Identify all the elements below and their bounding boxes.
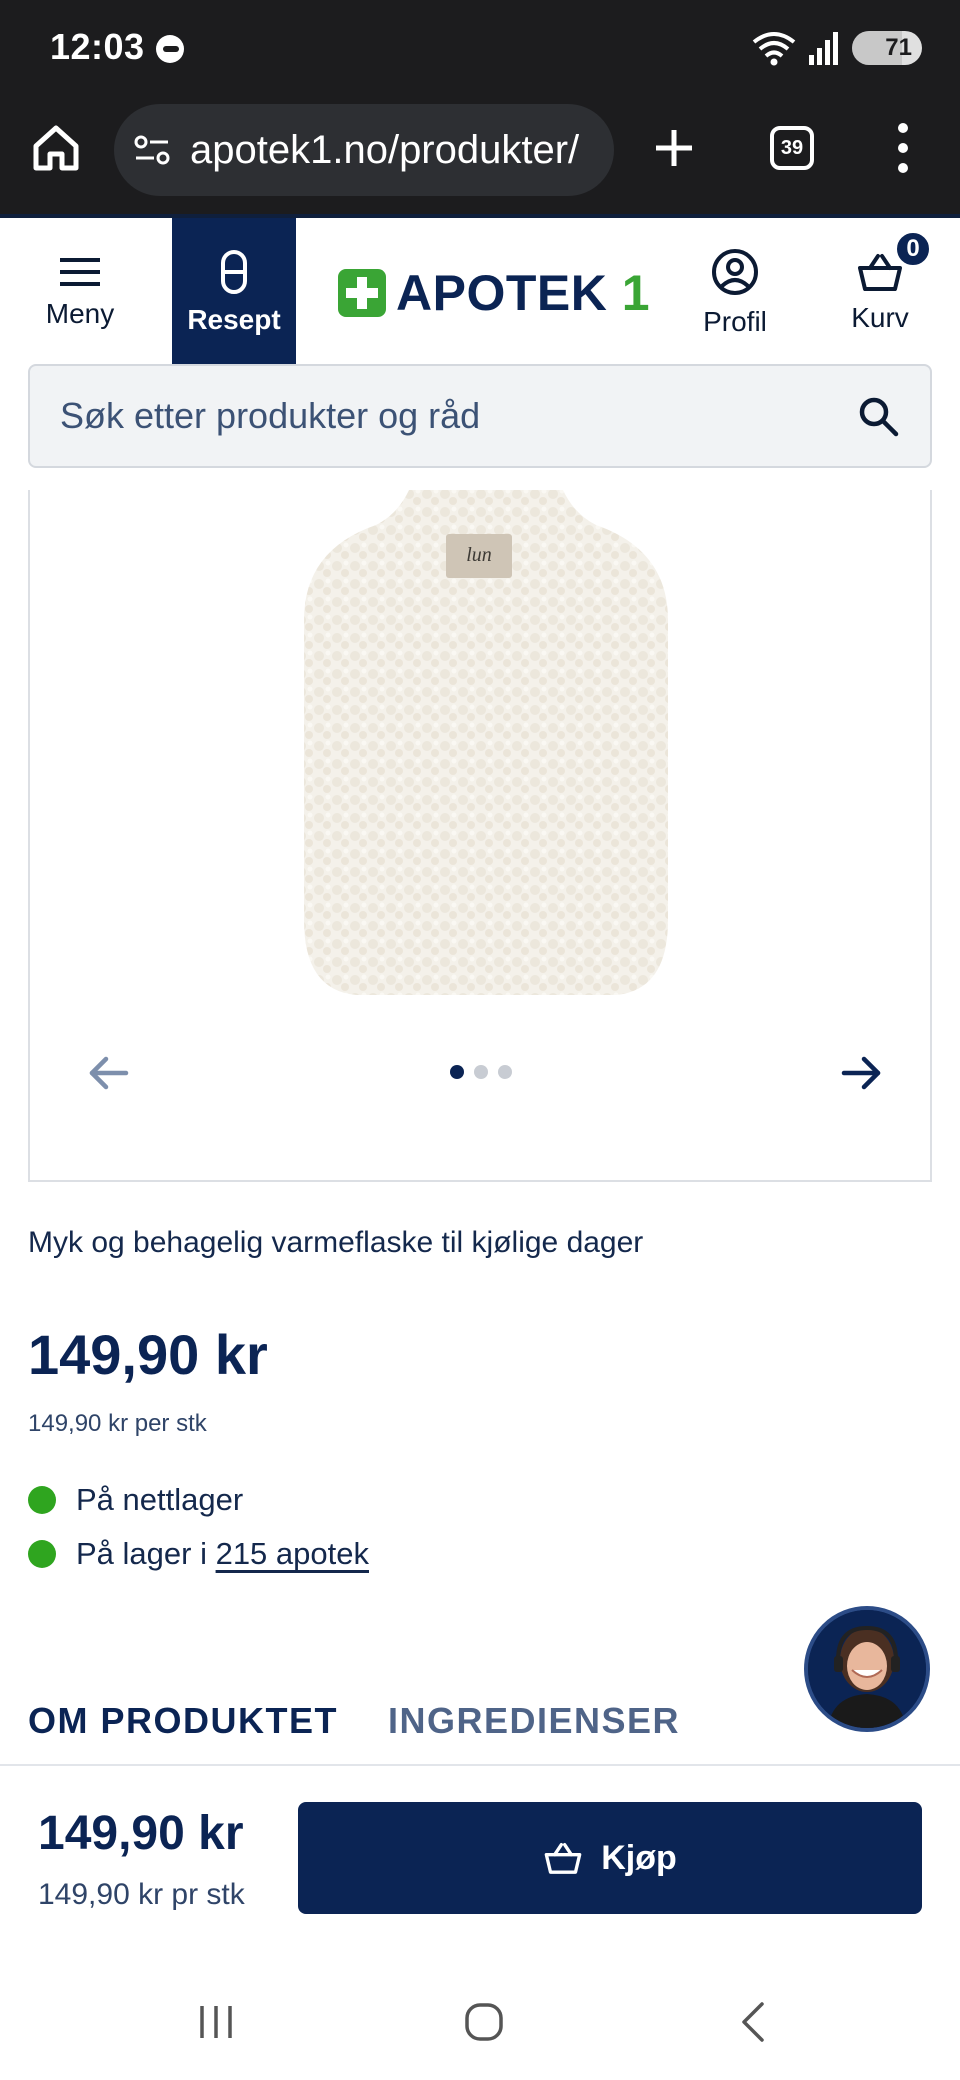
- sticky-buy-bar: 149,90 kr 149,90 kr pr stk Kjøp: [0, 1768, 960, 1938]
- basket-icon: [544, 1842, 582, 1874]
- address-bar[interactable]: apotek1.no/produkter/: [114, 104, 614, 196]
- profile-label: Profil: [703, 306, 767, 337]
- buy-bar-unit-price: 149,90 kr pr stk: [38, 1878, 245, 1911]
- site-settings-icon[interactable]: [132, 130, 172, 170]
- stock-online-label: På nettlager: [76, 1482, 244, 1517]
- tab-om-produktet[interactable]: OM PRODUKTET: [28, 1700, 338, 1742]
- gallery-dot[interactable]: [474, 1065, 488, 1079]
- chat-assistant-avatar[interactable]: [804, 1606, 930, 1732]
- cart-button[interactable]: Kurv 0: [840, 218, 932, 368]
- product-tabs: OM PRODUKTET INGREDIENSER: [0, 1700, 960, 1766]
- stock-online: På nettlager: [28, 1482, 243, 1518]
- user-icon: [712, 249, 758, 295]
- in-stock-dot-icon: [28, 1540, 56, 1568]
- pharmacy-count-link[interactable]: 215 apotek: [216, 1536, 369, 1572]
- gallery-pagination: [450, 1065, 512, 1079]
- prescription-button[interactable]: Resept: [172, 218, 296, 368]
- wifi-icon: [752, 32, 796, 66]
- system-navigation-bar: [0, 1960, 960, 2080]
- product-price: 149,90 kr: [28, 1323, 268, 1386]
- home-icon[interactable]: [30, 122, 82, 174]
- logo-cross-icon: [338, 269, 386, 317]
- search-input[interactable]: [60, 395, 856, 437]
- browser-toolbar: apotek1.no/produkter/ 39: [0, 92, 960, 214]
- do-not-disturb-icon: [156, 35, 184, 63]
- product-image[interactable]: lun: [296, 490, 676, 1000]
- menu-button[interactable]: Meny: [30, 218, 130, 368]
- battery-icon: 71: [852, 31, 922, 65]
- back-icon[interactable]: [732, 2000, 776, 2044]
- apotek1-logo[interactable]: APOTEK 1: [338, 264, 650, 322]
- brand-tag-text: lun: [466, 544, 492, 566]
- gallery-dot[interactable]: [498, 1065, 512, 1079]
- recent-apps-icon[interactable]: [194, 2000, 238, 2044]
- site-header: Meny Resept APOTEK 1 Profil Kurv 0: [0, 214, 960, 368]
- status-bar: 12:03 71: [0, 0, 960, 92]
- hamburger-icon: [60, 258, 100, 286]
- more-options-icon[interactable]: [888, 120, 918, 176]
- gallery-dot[interactable]: [450, 1065, 464, 1079]
- prescription-label: Resept: [187, 304, 281, 335]
- tab-switcher-button[interactable]: 39: [770, 126, 814, 170]
- assistant-portrait-icon: [808, 1610, 926, 1728]
- stock-pharmacy: På lager i 215 apotek: [28, 1536, 369, 1572]
- logo-text: APOTEK 1: [396, 265, 651, 321]
- tab-count: 39: [780, 136, 804, 159]
- url-text: apotek1.no/produkter/: [190, 127, 580, 172]
- status-time: 12:03: [50, 26, 145, 67]
- signal-icon: [809, 32, 838, 65]
- product-description: Myk og behagelig varmeflaske til kjølige…: [28, 1226, 644, 1259]
- buy-button[interactable]: Kjøp: [298, 1802, 922, 1914]
- search-bar: [28, 364, 932, 468]
- in-stock-dot-icon: [28, 1486, 56, 1514]
- profile-button[interactable]: Profil: [690, 218, 780, 368]
- stock-pharmacy-prefix: På lager i: [76, 1536, 216, 1571]
- status-icons: 71: [752, 28, 922, 68]
- arrow-right-icon[interactable]: [834, 1045, 890, 1101]
- buy-button-label: Kjøp: [601, 1838, 677, 1877]
- product-image-gallery[interactable]: lun: [28, 490, 932, 1182]
- cart-count-badge: 0: [894, 230, 932, 268]
- search-icon[interactable]: [856, 394, 900, 438]
- buy-bar-price: 149,90 kr: [38, 1807, 244, 1860]
- battery-level: 71: [885, 34, 912, 61]
- arrow-left-icon[interactable]: [80, 1045, 136, 1101]
- pill-icon: [221, 250, 247, 294]
- product-unit-price: 149,90 kr per stk: [28, 1410, 207, 1437]
- menu-label: Meny: [45, 298, 115, 329]
- cart-label: Kurv: [851, 302, 909, 333]
- new-tab-icon[interactable]: [652, 126, 696, 170]
- home-button-icon[interactable]: [462, 2000, 506, 2044]
- tab-ingredienser[interactable]: INGREDIENSER: [388, 1700, 680, 1742]
